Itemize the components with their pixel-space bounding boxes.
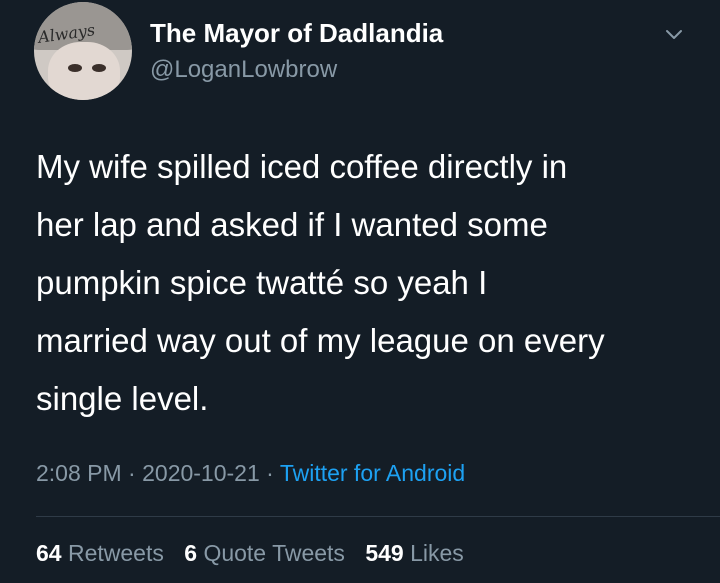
tweet-time[interactable]: 2:08 PM [36, 460, 122, 486]
meta-separator: · [266, 460, 274, 486]
retweets-count: 64 [36, 540, 62, 566]
tweet-card: Always The Mayor of Dadlandia @LoganLowb… [0, 0, 720, 583]
tweet-text-line: single level. [36, 380, 209, 417]
tweet-text-line: her lap and asked if I wanted some [36, 206, 548, 243]
divider [36, 516, 720, 517]
tweet-date[interactable]: 2020-10-21 [142, 460, 260, 486]
chevron-down-icon[interactable] [662, 22, 686, 46]
avatar-eye [92, 64, 106, 72]
display-name[interactable]: The Mayor of Dadlandia [150, 18, 443, 49]
tweet-text: My wife spilled iced coffee directly in … [36, 138, 696, 428]
likes-label: Likes [410, 540, 464, 566]
tweet-text-line: My wife spilled iced coffee directly in [36, 148, 568, 185]
tweet-meta: 2:08 PM · 2020-10-21 · Twitter for Andro… [36, 460, 465, 487]
quotes-label: Quote Tweets [203, 540, 345, 566]
likes-count: 549 [365, 540, 404, 566]
quotes-count: 6 [184, 540, 198, 566]
quote-tweets-stat[interactable]: 6 Quote Tweets [184, 540, 345, 566]
tweet-stats: 64 Retweets 6 Quote Tweets 549 Likes [36, 540, 478, 567]
tweet-source-link[interactable]: Twitter for Android [280, 460, 465, 486]
avatar[interactable]: Always [34, 2, 132, 100]
tweet-text-line: married way out of my league on every [36, 322, 605, 359]
retweets-stat[interactable]: 64 Retweets [36, 540, 164, 566]
avatar-face [48, 42, 120, 100]
avatar-eye [68, 64, 82, 72]
retweets-label: Retweets [67, 540, 164, 566]
tweet-text-line: pumpkin spice twatté so yeah I [36, 264, 488, 301]
likes-stat[interactable]: 549 Likes [365, 540, 463, 566]
user-handle[interactable]: @LoganLowbrow [150, 56, 337, 84]
meta-separator: · [128, 460, 136, 486]
